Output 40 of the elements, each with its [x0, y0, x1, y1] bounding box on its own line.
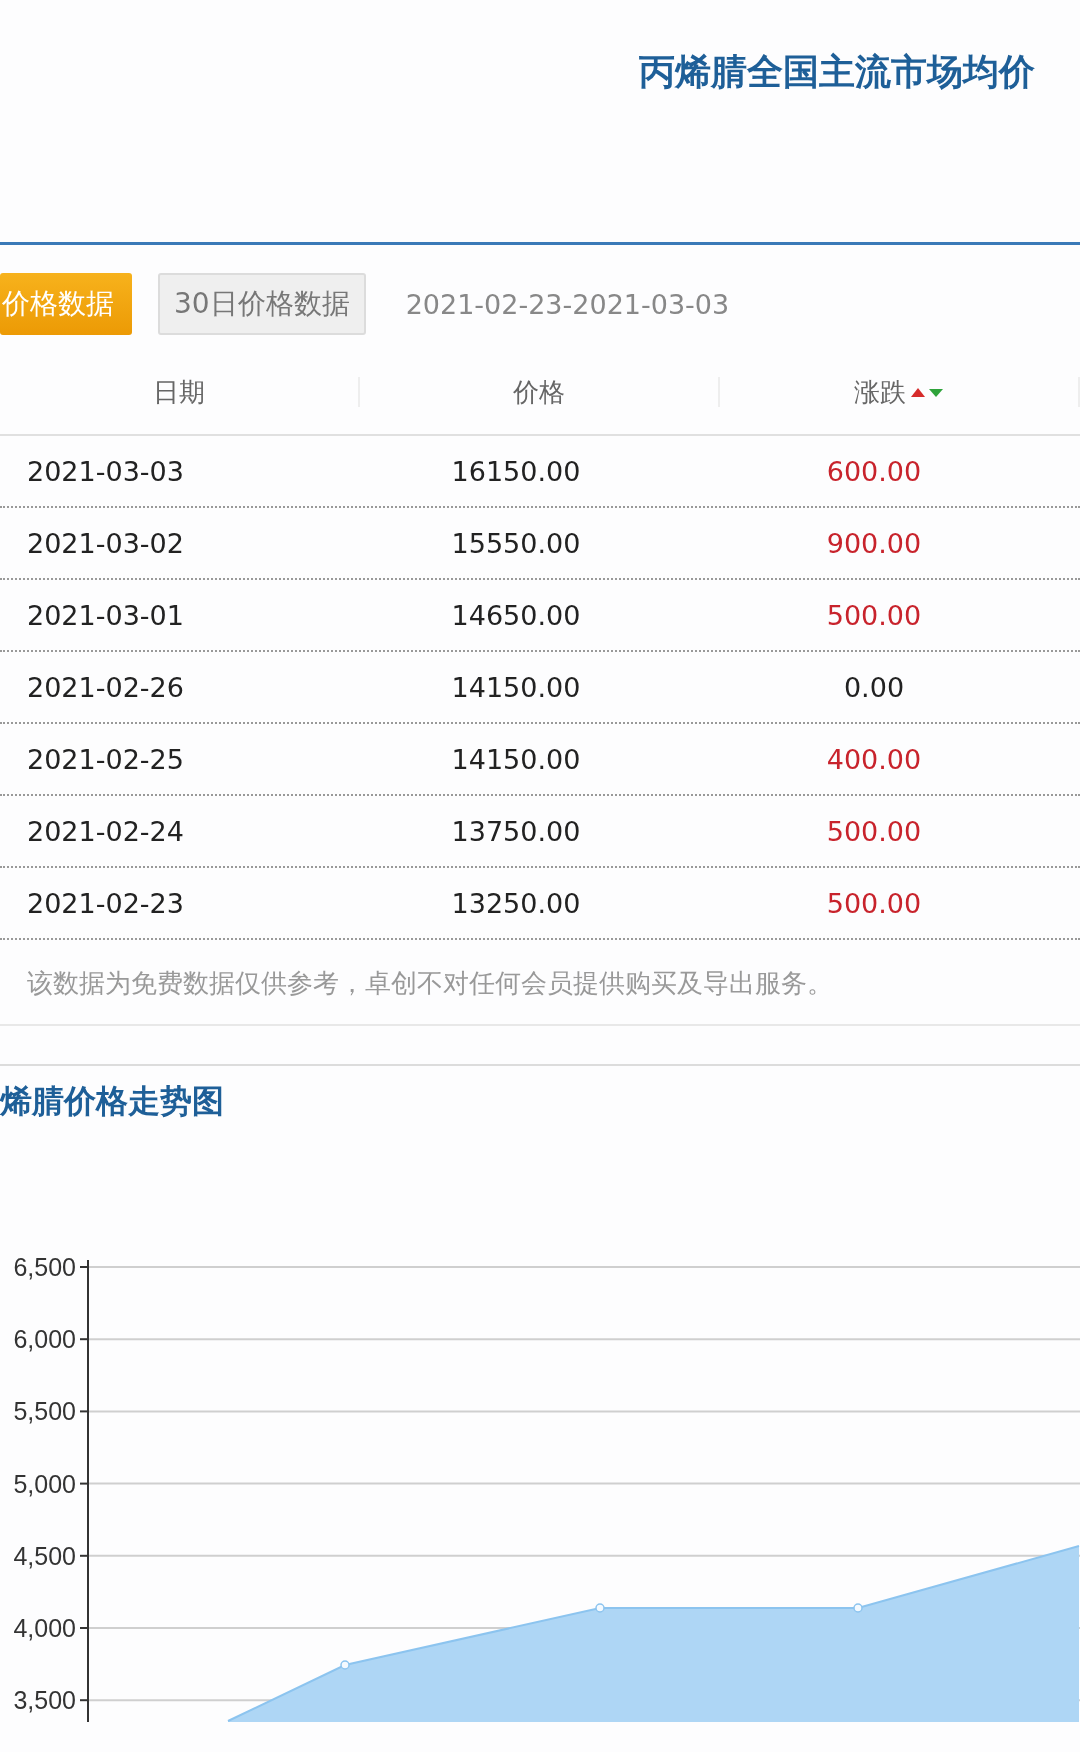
table-cell: 2021-03-01	[27, 599, 184, 631]
table-cell: 2021-02-25	[27, 743, 184, 775]
table-cell: 16150.00	[451, 455, 581, 487]
y-tick-label: 3,500	[13, 1686, 76, 1715]
y-tick-label: 4,000	[13, 1614, 76, 1642]
table-cell: 14150.00	[451, 743, 581, 775]
table-cell: 500.00	[826, 887, 922, 919]
date-range: 2021-02-23-2021-03-03	[405, 288, 730, 320]
y-tick-label: 4,500	[13, 1541, 76, 1570]
data-point	[340, 1660, 350, 1670]
page-heading: 丙烯腈全国主流市场均价	[639, 50, 1035, 94]
table-cell: 2021-03-03	[27, 455, 184, 487]
tab[interactable]: 30日价格数据	[158, 273, 366, 335]
table-cell: 500.00	[826, 599, 922, 631]
tab[interactable]: 价格数据	[0, 273, 132, 335]
table-cell: 2021-02-24	[27, 815, 184, 847]
y-tick-label: 6,500	[13, 1253, 76, 1281]
y-tick-label: 5,500	[13, 1397, 76, 1426]
table-cell: 2021-03-02	[27, 527, 184, 559]
data-point	[853, 1603, 863, 1613]
table-cell: 14150.00	[451, 671, 581, 703]
y-tick-label: 6,000	[13, 1325, 76, 1354]
column-header: 涨跌	[854, 375, 906, 409]
table-cell: 900.00	[826, 527, 922, 559]
column-header: 价格	[513, 375, 565, 409]
table-cell: 500.00	[826, 815, 922, 847]
data-point	[595, 1603, 605, 1613]
table-cell: 14650.00	[451, 599, 581, 631]
column-header: 日期	[153, 375, 205, 409]
y-tick-label: 5,000	[13, 1469, 76, 1498]
table-cell: 13750.00	[451, 815, 581, 847]
table-cell: 15550.00	[451, 527, 581, 559]
chart-title: 烯腈价格走势图	[0, 1081, 225, 1122]
table-cell: 2021-02-26	[27, 671, 184, 703]
table-cell: 13250.00	[451, 887, 581, 919]
table-cell: 0.00	[843, 671, 905, 703]
disclaimer-text: 该数据为免费数据仅供参考，卓创不对任何会员提供购买及导出服务。	[26, 967, 834, 1000]
table-cell: 600.00	[826, 455, 922, 487]
table-cell: 2021-02-23	[27, 887, 184, 919]
table-cell: 400.00	[826, 743, 922, 775]
